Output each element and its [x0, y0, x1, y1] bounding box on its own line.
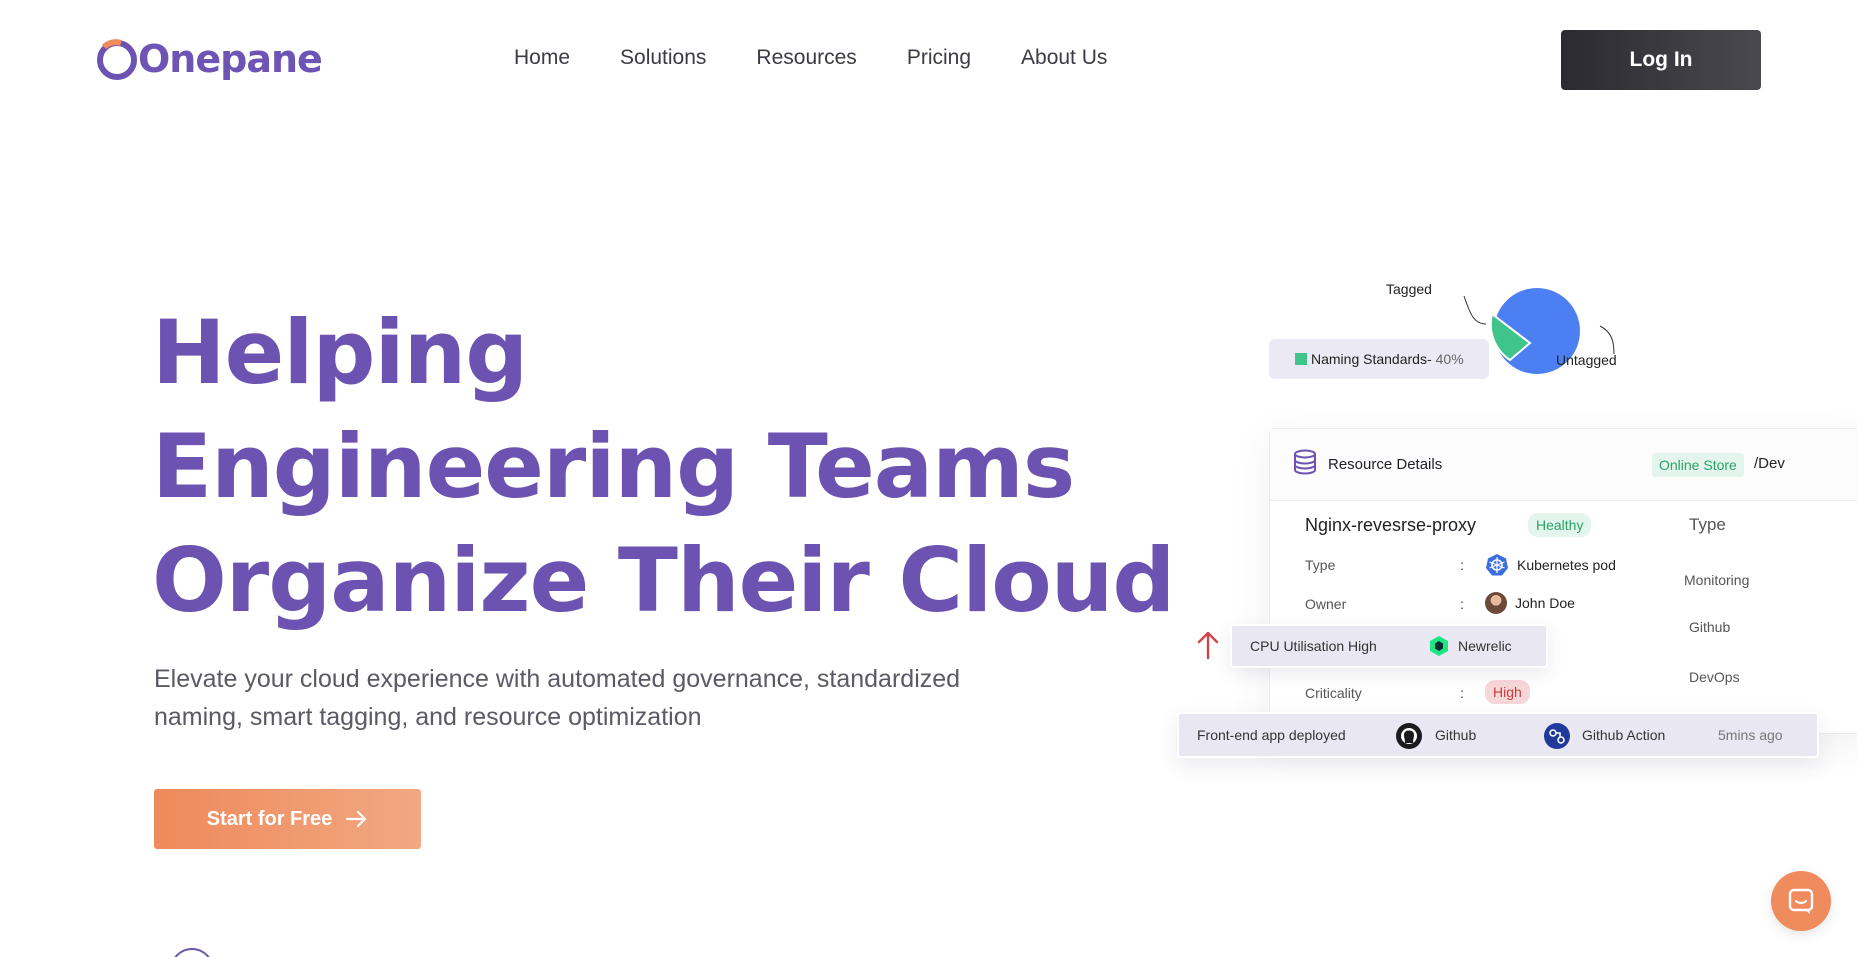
- main-nav: Home Solutions Resources Pricing About U…: [514, 46, 1107, 70]
- brand-name: Onepane: [138, 37, 323, 81]
- chat-launcher-button[interactable]: [1771, 871, 1831, 931]
- database-icon: [1292, 449, 1318, 480]
- row-value-owner: John Doe: [1485, 592, 1575, 614]
- deploy-event-pill: Front-end app deployed Github Github Act…: [1177, 712, 1819, 758]
- hero-title: Helping Engineering Teams Organize Their…: [152, 296, 1175, 638]
- status-badge: Healthy: [1528, 513, 1592, 537]
- newrelic-icon: [1430, 636, 1448, 656]
- kubernetes-icon: [1486, 554, 1508, 576]
- side-item-devops: DevOps: [1689, 669, 1740, 685]
- arrow-right-icon: [346, 810, 367, 828]
- resource-details-card: Resource Details Online Store /Dev Nginx…: [1269, 428, 1857, 734]
- github-icon: [1396, 723, 1422, 749]
- naming-standards-pct: 40%: [1435, 351, 1464, 367]
- tagged-label: Tagged: [1386, 281, 1432, 297]
- start-for-free-button[interactable]: Start for Free: [154, 789, 421, 849]
- nav-about-us[interactable]: About Us: [1021, 46, 1107, 70]
- deploy-time: 5mins ago: [1718, 727, 1783, 743]
- hero-subtitle: Elevate your cloud experience with autom…: [154, 665, 961, 731]
- row-value-type-text: Kubernetes pod: [1517, 557, 1616, 573]
- card-title: Resource Details: [1328, 456, 1443, 473]
- hero-title-line-1: Helping: [152, 301, 528, 404]
- github-action-icon: [1544, 723, 1570, 749]
- resource-name: Nginx-revesrse-proxy: [1305, 515, 1477, 535]
- chat-icon: [1788, 888, 1814, 914]
- naming-standards-pill: Naming Standards- 40%: [1269, 339, 1489, 379]
- hero-title-line-2: Engineering Teams: [152, 415, 1075, 518]
- nav-solutions[interactable]: Solutions: [620, 46, 706, 70]
- arrow-up-icon: [1197, 631, 1219, 660]
- nav-home[interactable]: Home: [514, 46, 570, 70]
- side-item-github: Github: [1689, 619, 1731, 635]
- card-header: Resource Details Online Store /Dev: [1270, 429, 1857, 501]
- deploy-text: Front-end app deployed: [1197, 727, 1346, 743]
- row-colon: :: [1460, 596, 1464, 612]
- criticality-badge: High: [1485, 680, 1530, 704]
- scroll-indicator-icon: [170, 948, 214, 957]
- brand-logo[interactable]: Onepane: [94, 34, 323, 84]
- row-colon: :: [1460, 557, 1464, 573]
- legend-swatch: [1295, 353, 1307, 365]
- deploy-source-github: Github: [1435, 727, 1477, 743]
- page: Onepane Home Solutions Resources Pricing…: [0, 0, 1857, 957]
- logo-ring-icon: [97, 39, 137, 80]
- row-colon: :: [1460, 685, 1464, 701]
- untagged-label: Untagged: [1556, 352, 1617, 368]
- row-key-owner: Owner: [1305, 596, 1347, 612]
- cpu-alert-pill: CPU Utilisation High Newrelic: [1230, 624, 1548, 668]
- side-header: Type: [1689, 515, 1726, 534]
- nav-resources[interactable]: Resources: [756, 46, 856, 70]
- naming-standards-label: Naming Standards-: [1311, 351, 1432, 367]
- side-item-monitoring: Monitoring: [1684, 572, 1750, 588]
- deploy-source-github-action: Github Action: [1582, 727, 1666, 743]
- row-key-type: Type: [1305, 557, 1336, 573]
- environment-label: /Dev: [1754, 455, 1785, 472]
- avatar: [1485, 592, 1507, 614]
- cta-label: Start for Free: [206, 807, 333, 830]
- row-key-criticality: Criticality: [1305, 685, 1362, 701]
- row-value-criticality: High: [1485, 680, 1530, 704]
- nav-pricing[interactable]: Pricing: [907, 46, 971, 70]
- row-value-owner-text: John Doe: [1515, 595, 1575, 611]
- login-button[interactable]: Log In: [1561, 30, 1761, 90]
- alert-source: Newrelic: [1428, 635, 1512, 657]
- row-value-type: Kubernetes pod: [1485, 553, 1616, 577]
- alert-source-text: Newrelic: [1458, 638, 1512, 654]
- product-visual: Tagged Untagged Naming Standards- 40% Re…: [1170, 270, 1857, 830]
- hero-title-line-3: Organize Their Cloud: [152, 529, 1175, 632]
- alert-text: CPU Utilisation High: [1250, 638, 1377, 654]
- project-tag: Online Store: [1652, 453, 1744, 477]
